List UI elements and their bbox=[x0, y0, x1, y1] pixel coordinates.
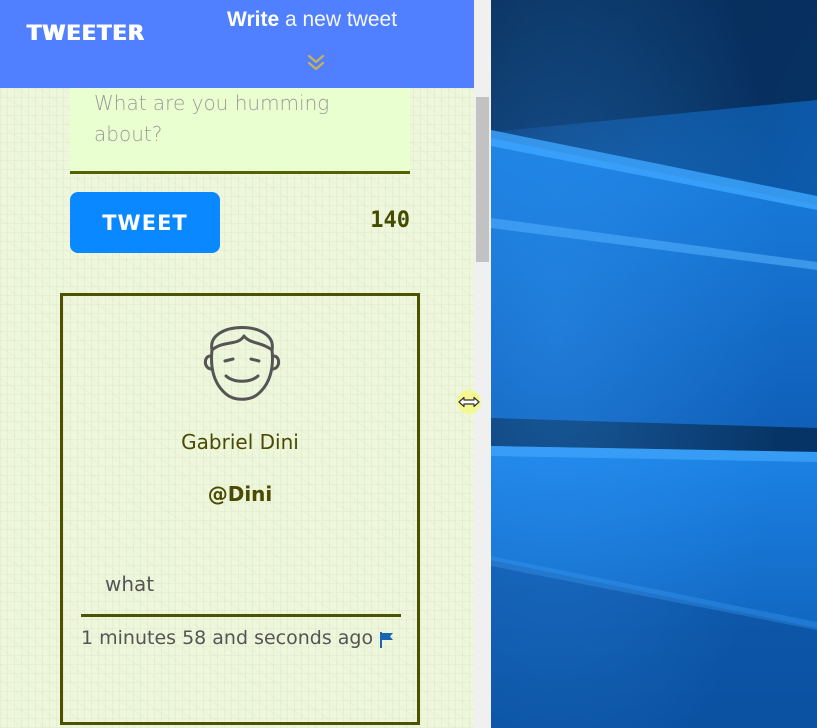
double-chevron-down-icon[interactable] bbox=[304, 53, 328, 73]
brand-logo[interactable]: TWEETER bbox=[27, 21, 145, 45]
windows-wallpaper-graphic bbox=[491, 0, 817, 728]
tweet-timestamp: 1 minutes 58 and seconds ago bbox=[81, 627, 374, 649]
top-header: TWEETER Write a new tweet bbox=[0, 0, 474, 88]
tweeter-app: TWEETER Write a new tweet TWEET 140 Gabr… bbox=[0, 0, 474, 728]
tweet-button[interactable]: TWEET bbox=[70, 192, 220, 253]
resize-horizontal-icon bbox=[457, 390, 481, 414]
tweet-card: Gabriel Dini @Dini what 1 minutes 58 and… bbox=[60, 293, 420, 725]
tweet-input[interactable] bbox=[70, 88, 410, 174]
smiling-face-icon bbox=[203, 326, 281, 401]
new-tweet-label: a new tweet bbox=[279, 8, 398, 31]
author-handle[interactable]: @Dini bbox=[63, 482, 417, 506]
tweet-text: what bbox=[105, 572, 155, 596]
scrollbar-thumb[interactable] bbox=[476, 97, 489, 262]
author-name: Gabriel Dini bbox=[181, 430, 299, 454]
card-divider bbox=[81, 614, 401, 617]
write-label: Write bbox=[227, 8, 280, 31]
write-tweet-toggle[interactable]: Write a new tweet bbox=[227, 8, 397, 32]
flag-icon[interactable] bbox=[379, 631, 395, 649]
desktop-wallpaper bbox=[491, 0, 817, 728]
character-count: 140 bbox=[370, 208, 410, 233]
